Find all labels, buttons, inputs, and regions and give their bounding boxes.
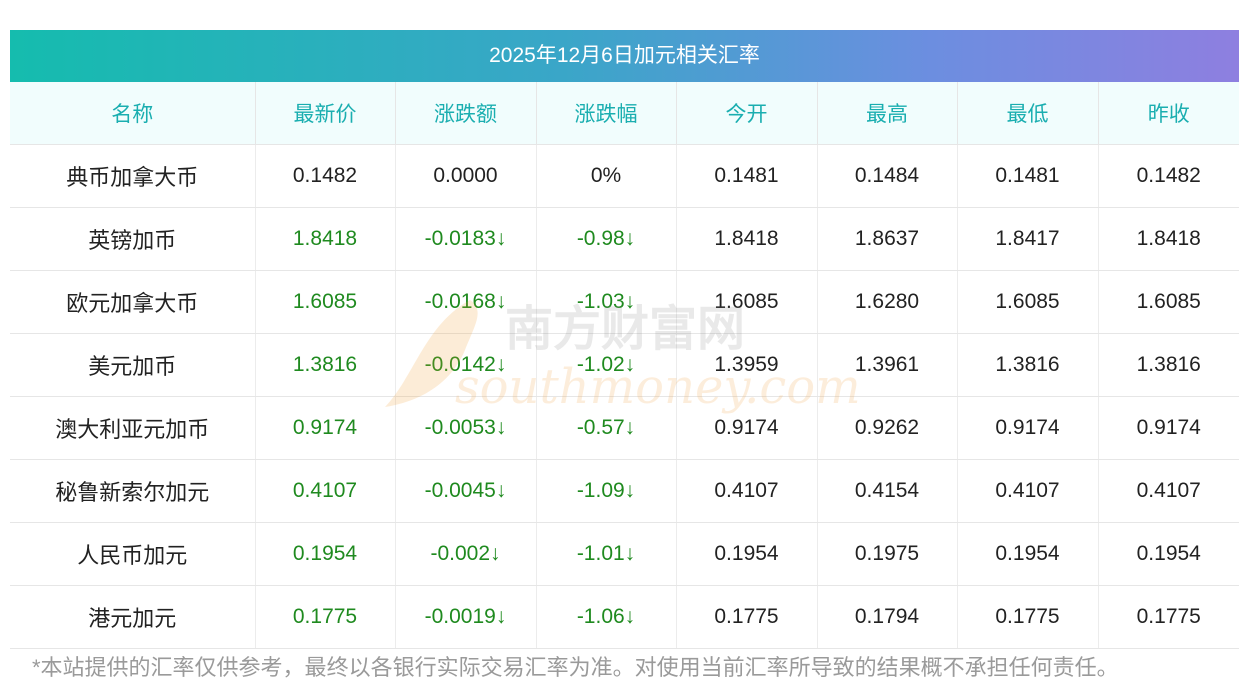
cell-open-price: 1.6085 <box>675 270 817 334</box>
cell-change-percent: -0.98↓ <box>535 207 676 271</box>
cell-change-amount: -0.0019↓ <box>394 585 536 649</box>
cell-high-price: 1.3961 <box>816 333 957 397</box>
cell-change-amount: -0.0183↓ <box>394 207 536 271</box>
cell-low-price: 0.1954 <box>956 522 1098 586</box>
cell-latest-price: 0.1482 <box>254 144 395 208</box>
cell-open-price: 1.3959 <box>675 333 817 397</box>
cell-change-percent: -1.06↓ <box>535 585 676 649</box>
cell-change-amount: -0.0053↓ <box>394 396 536 460</box>
cell-low-price: 1.8417 <box>956 207 1098 271</box>
cell-prev-close: 0.1775 <box>1097 585 1239 649</box>
cell-change-amount: -0.002↓ <box>394 522 536 586</box>
cell-prev-close: 0.9174 <box>1097 396 1239 460</box>
cell-prev-close: 1.6085 <box>1097 270 1239 334</box>
rate-table: 名称 最新价 涨跌额 涨跌幅 今开 最高 最低 昨收 典币加拿大币 0.1482 0… <box>10 82 1239 649</box>
cell-latest-price: 1.8418 <box>254 207 395 271</box>
table-row: 美元加币 1.3816 -0.0142↓ -1.02↓ 1.3959 1.3961 1.38… <box>10 333 1239 397</box>
cell-low-price: 0.1775 <box>956 585 1098 649</box>
cell-latest-price: 0.9174 <box>254 396 395 460</box>
cell-high-price: 1.6280 <box>816 270 957 334</box>
cell-low-price: 1.6085 <box>956 270 1098 334</box>
table-row: 澳大利亚元加币 0.9174 -0.0053↓ -0.57↓ 0.9174 0.9262 0… <box>10 396 1239 460</box>
cell-change-percent: -1.09↓ <box>535 459 676 523</box>
cell-prev-close: 1.3816 <box>1097 333 1239 397</box>
cell-high-price: 0.1975 <box>816 522 957 586</box>
cell-currency-name: 港元加元 <box>10 585 255 649</box>
cell-latest-price: 0.1775 <box>254 585 395 649</box>
cell-open-price: 0.9174 <box>675 396 817 460</box>
column-header-latest: 最新价 <box>254 82 395 145</box>
table-row: 秘鲁新索尔加元 0.4107 -0.0045↓ -1.09↓ 0.4107 0.4154 0… <box>10 459 1239 523</box>
column-header-name: 名称 <box>10 82 255 145</box>
cell-open-price: 1.8418 <box>675 207 817 271</box>
cell-low-price: 0.1481 <box>956 144 1098 208</box>
cell-high-price: 0.4154 <box>816 459 957 523</box>
cell-low-price: 1.3816 <box>956 333 1098 397</box>
table-body: 典币加拿大币 0.1482 0.0000 0% 0.1481 0.1484 0.1481 0.… <box>10 144 1239 649</box>
cell-currency-name: 人民币加元 <box>10 522 255 586</box>
cell-prev-close: 0.4107 <box>1097 459 1239 523</box>
cell-open-price: 0.1481 <box>675 144 817 208</box>
cell-open-price: 0.4107 <box>675 459 817 523</box>
cell-prev-close: 0.1482 <box>1097 144 1239 208</box>
table-row: 港元加元 0.1775 -0.0019↓ -1.06↓ 0.1775 0.1794 0.17… <box>10 585 1239 649</box>
cell-low-price: 0.9174 <box>956 396 1098 460</box>
column-header-change: 涨跌额 <box>394 82 536 145</box>
column-header-prev-close: 昨收 <box>1097 82 1239 145</box>
table-row: 人民币加元 0.1954 -0.002↓ -1.01↓ 0.1954 0.1975 0.19… <box>10 522 1239 586</box>
cell-change-percent: 0% <box>535 144 676 208</box>
cell-open-price: 0.1954 <box>675 522 817 586</box>
cell-high-price: 1.8637 <box>816 207 957 271</box>
rate-table-container: 2025年12月6日加元相关汇率 名称 最新价 涨跌额 涨跌幅 今开 最高 最低… <box>10 30 1239 649</box>
column-header-change-pct: 涨跌幅 <box>535 82 676 145</box>
cell-change-amount: -0.0142↓ <box>394 333 536 397</box>
disclaimer-note: *本站提供的汇率仅供参考，最终以各银行实际交易汇率为准。对使用当前汇率所导致的结… <box>32 655 1119 680</box>
cell-change-percent: -1.02↓ <box>535 333 676 397</box>
cell-currency-name: 美元加币 <box>10 333 255 397</box>
cell-currency-name: 欧元加拿大币 <box>10 270 255 334</box>
cell-latest-price: 0.1954 <box>254 522 395 586</box>
cell-change-percent: -0.57↓ <box>535 396 676 460</box>
cell-high-price: 0.1794 <box>816 585 957 649</box>
cell-change-percent: -1.03↓ <box>535 270 676 334</box>
table-header-row: 名称 最新价 涨跌额 涨跌幅 今开 最高 最低 昨收 <box>10 82 1239 145</box>
cell-latest-price: 1.6085 <box>254 270 395 334</box>
table-row: 欧元加拿大币 1.6085 -0.0168↓ -1.03↓ 1.6085 1.6280 1.… <box>10 270 1239 334</box>
table-title: 2025年12月6日加元相关汇率 <box>10 30 1239 82</box>
table-row: 典币加拿大币 0.1482 0.0000 0% 0.1481 0.1484 0.1481 0.… <box>10 144 1239 208</box>
cell-prev-close: 1.8418 <box>1097 207 1239 271</box>
cell-currency-name: 典币加拿大币 <box>10 144 255 208</box>
cell-currency-name: 澳大利亚元加币 <box>10 396 255 460</box>
cell-latest-price: 1.3816 <box>254 333 395 397</box>
cell-high-price: 0.1484 <box>816 144 957 208</box>
cell-prev-close: 0.1954 <box>1097 522 1239 586</box>
cell-high-price: 0.9262 <box>816 396 957 460</box>
cell-currency-name: 英镑加币 <box>10 207 255 271</box>
cell-open-price: 0.1775 <box>675 585 817 649</box>
cell-change-amount: -0.0168↓ <box>394 270 536 334</box>
column-header-low: 最低 <box>956 82 1098 145</box>
cell-change-amount: -0.0045↓ <box>394 459 536 523</box>
table-row: 英镑加币 1.8418 -0.0183↓ -0.98↓ 1.8418 1.8637 1.84… <box>10 207 1239 271</box>
cell-currency-name: 秘鲁新索尔加元 <box>10 459 255 523</box>
cell-change-amount: 0.0000 <box>394 144 536 208</box>
column-header-open: 今开 <box>675 82 817 145</box>
cell-low-price: 0.4107 <box>956 459 1098 523</box>
cell-latest-price: 0.4107 <box>254 459 395 523</box>
column-header-high: 最高 <box>816 82 957 145</box>
cell-change-percent: -1.01↓ <box>535 522 676 586</box>
